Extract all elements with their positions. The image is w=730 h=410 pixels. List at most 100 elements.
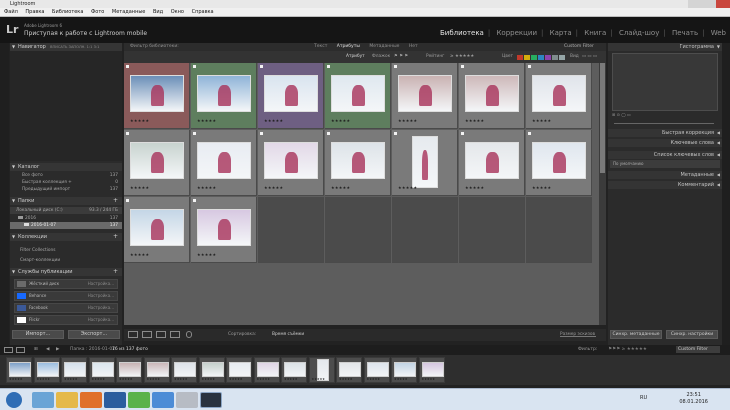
folders-header[interactable]: ▼ Папки + — [10, 197, 122, 205]
close-button[interactable] — [716, 0, 730, 8]
photo-thumbnail[interactable] — [465, 142, 519, 179]
filmstrip-thumbnail[interactable]: ★★★★★ — [336, 357, 362, 383]
lightroom-taskbar-icon[interactable] — [200, 392, 222, 408]
module-develop[interactable]: Коррекции — [496, 29, 537, 37]
navigator-zoom-modes[interactable]: ВПИСАТЬ ЗАПОЛН. 1:1 3:1 — [50, 43, 99, 51]
pick-flag-icon[interactable] — [126, 199, 129, 202]
filmstrip-thumbnail[interactable]: ★★★★★ — [281, 357, 307, 383]
photo-thumbnail[interactable] — [264, 75, 318, 112]
grid-toggle-icon[interactable]: ⊞ — [34, 345, 38, 355]
color-swatch-red[interactable] — [517, 55, 523, 60]
collection-filter[interactable]: Filter Collections — [10, 247, 122, 254]
rating-stars[interactable]: ★★★★★ — [532, 118, 551, 123]
module-map[interactable]: Карта — [550, 29, 572, 37]
rating-stars[interactable]: ★★★★★ — [465, 118, 484, 123]
module-web[interactable]: Web — [711, 29, 726, 37]
filter-tab-text[interactable]: Текст — [314, 44, 327, 49]
catalog-all-photos[interactable]: Все фото 137 — [10, 172, 122, 179]
add-service-icon[interactable]: + — [113, 268, 118, 276]
module-print[interactable]: Печать — [672, 29, 698, 37]
add-folder-icon[interactable]: + — [113, 197, 118, 205]
keywording-header[interactable]: Ключевые слова ◀ — [608, 139, 722, 147]
menu-file[interactable]: Файл — [4, 9, 18, 15]
pick-flag-icon[interactable] — [327, 65, 330, 68]
grid-cell[interactable]: ★★★★★ — [459, 63, 525, 129]
exposure-slider[interactable] — [614, 123, 714, 124]
filmstrip-thumbnail[interactable]: ★★★★★ — [6, 357, 32, 383]
sync-settings-button[interactable]: Синхр. настройки — [666, 330, 718, 339]
grid-cell[interactable]: ★★★★★ — [191, 63, 257, 129]
survey-view-icon[interactable] — [170, 331, 180, 338]
photo-thumbnail[interactable] — [465, 75, 519, 112]
back-arrow-icon[interactable]: ◀ — [46, 345, 49, 355]
filter-tab-metadata[interactable]: Метаданные — [369, 44, 399, 49]
module-library[interactable]: Библиотека — [440, 29, 484, 37]
photo-thumbnail[interactable] — [264, 142, 318, 179]
import-button[interactable]: Импорт... — [12, 330, 64, 339]
rating-stars[interactable]: ★★★★★ — [331, 185, 350, 190]
publish-services-header[interactable]: ▼ Службы публикации + — [10, 268, 122, 276]
menu-metadata[interactable]: Метаданные — [112, 9, 145, 15]
publish-behance[interactable]: Behance Настройка... — [14, 291, 118, 301]
photo-thumbnail[interactable] — [197, 142, 251, 179]
pick-flag-icon[interactable] — [260, 132, 263, 135]
grid-cell[interactable]: ★★★★★ — [191, 197, 257, 263]
pick-flag-icon[interactable] — [193, 65, 196, 68]
grid-cell[interactable]: ★★★★★ — [191, 130, 257, 196]
start-button-icon[interactable] — [6, 392, 22, 408]
filmstrip-filter-select[interactable]: Custom Filter — [676, 346, 720, 353]
pick-flag-icon[interactable] — [126, 132, 129, 135]
maximize-button[interactable] — [702, 0, 716, 8]
photo-thumbnail[interactable] — [130, 142, 184, 179]
explorer-icon[interactable] — [56, 392, 78, 408]
metadata-header[interactable]: Метаданные ◀ — [608, 171, 722, 179]
rating-stars[interactable]: ★★★★★ — [130, 118, 149, 123]
filmstrip-thumbnail[interactable]: ★★★★★ — [116, 357, 142, 383]
folder-volume[interactable]: Локальный диск (C:) 93.3 / 244 ГБ — [10, 207, 122, 214]
filmstrip-thumbnail[interactable]: ★★★★★ — [88, 357, 115, 383]
ie-icon[interactable] — [32, 392, 54, 408]
color-swatch-purple[interactable] — [545, 55, 551, 60]
color-swatch-custom[interactable] — [552, 55, 558, 60]
menu-window[interactable]: Окно — [171, 9, 184, 15]
app-icon[interactable] — [176, 392, 198, 408]
icq-icon[interactable] — [128, 392, 150, 408]
filmstrip-thumbnail[interactable]: ★★★★★ — [171, 357, 197, 383]
rating-stars[interactable]: ★★★★★ — [264, 185, 283, 190]
menu-edit[interactable]: Правка — [25, 9, 44, 15]
page1-icon[interactable] — [4, 347, 13, 353]
add-collection-icon[interactable]: + — [113, 233, 118, 241]
grid-cell[interactable]: ★★★★★ — [459, 130, 525, 196]
grid-scrollbar[interactable] — [599, 63, 606, 325]
flag-icon[interactable]: ⚑ ⚑ ⚑ — [394, 51, 408, 63]
filmstrip-thumbnail[interactable]: ★★★★★ — [363, 357, 390, 383]
photo-thumbnail[interactable] — [532, 142, 586, 179]
photo-thumbnail[interactable] — [398, 75, 452, 112]
grid-cell[interactable]: ★★★★★ — [124, 63, 190, 129]
loupe-view-icon[interactable] — [142, 331, 152, 338]
filmstrip-thumbnail[interactable]: ★★★★★ — [143, 357, 170, 383]
grid-cell[interactable]: ★★★★★ — [124, 197, 190, 263]
quick-develop-header[interactable]: Быстрая коррекция ◀ — [608, 129, 722, 137]
pick-flag-icon[interactable] — [327, 132, 330, 135]
pick-flag-icon[interactable] — [461, 65, 464, 68]
filmstrip-thumbnail[interactable]: ★★★★★ — [308, 357, 335, 383]
metadata-preset-select[interactable]: По умолчанию — [610, 160, 720, 168]
publish-flickr[interactable]: Flickr Настройка... — [14, 315, 118, 325]
keyword-list-header[interactable]: Список ключевых слов ◀ — [608, 151, 722, 159]
rating-stars[interactable]: ★★★★★ — [331, 118, 350, 123]
sync-metadata-button[interactable]: Синхр. метаданные — [610, 330, 662, 339]
rating-stars[interactable]: ★★★★★ — [130, 252, 149, 257]
folder-date-selected[interactable]: 2016-01-07 137 — [10, 222, 122, 229]
pick-flag-icon[interactable] — [193, 132, 196, 135]
grid-cell[interactable]: ★★★★★ — [258, 130, 324, 196]
left-collapse-strip[interactable] — [0, 43, 9, 345]
rating-stars[interactable]: ★★★★★ — [264, 118, 283, 123]
filmstrip-thumbnail[interactable]: ★★★★★ — [226, 357, 252, 383]
module-book[interactable]: Книга — [584, 29, 606, 37]
forward-arrow-icon[interactable]: ▶ — [56, 345, 59, 355]
folder-year[interactable]: 2016 137 — [10, 215, 122, 222]
filter-preset[interactable]: Custom Filter — [564, 43, 594, 51]
rating-stars-icon[interactable]: ≥ ★★★★★ — [450, 51, 474, 63]
rating-stars[interactable]: ★★★★★ — [398, 185, 417, 190]
